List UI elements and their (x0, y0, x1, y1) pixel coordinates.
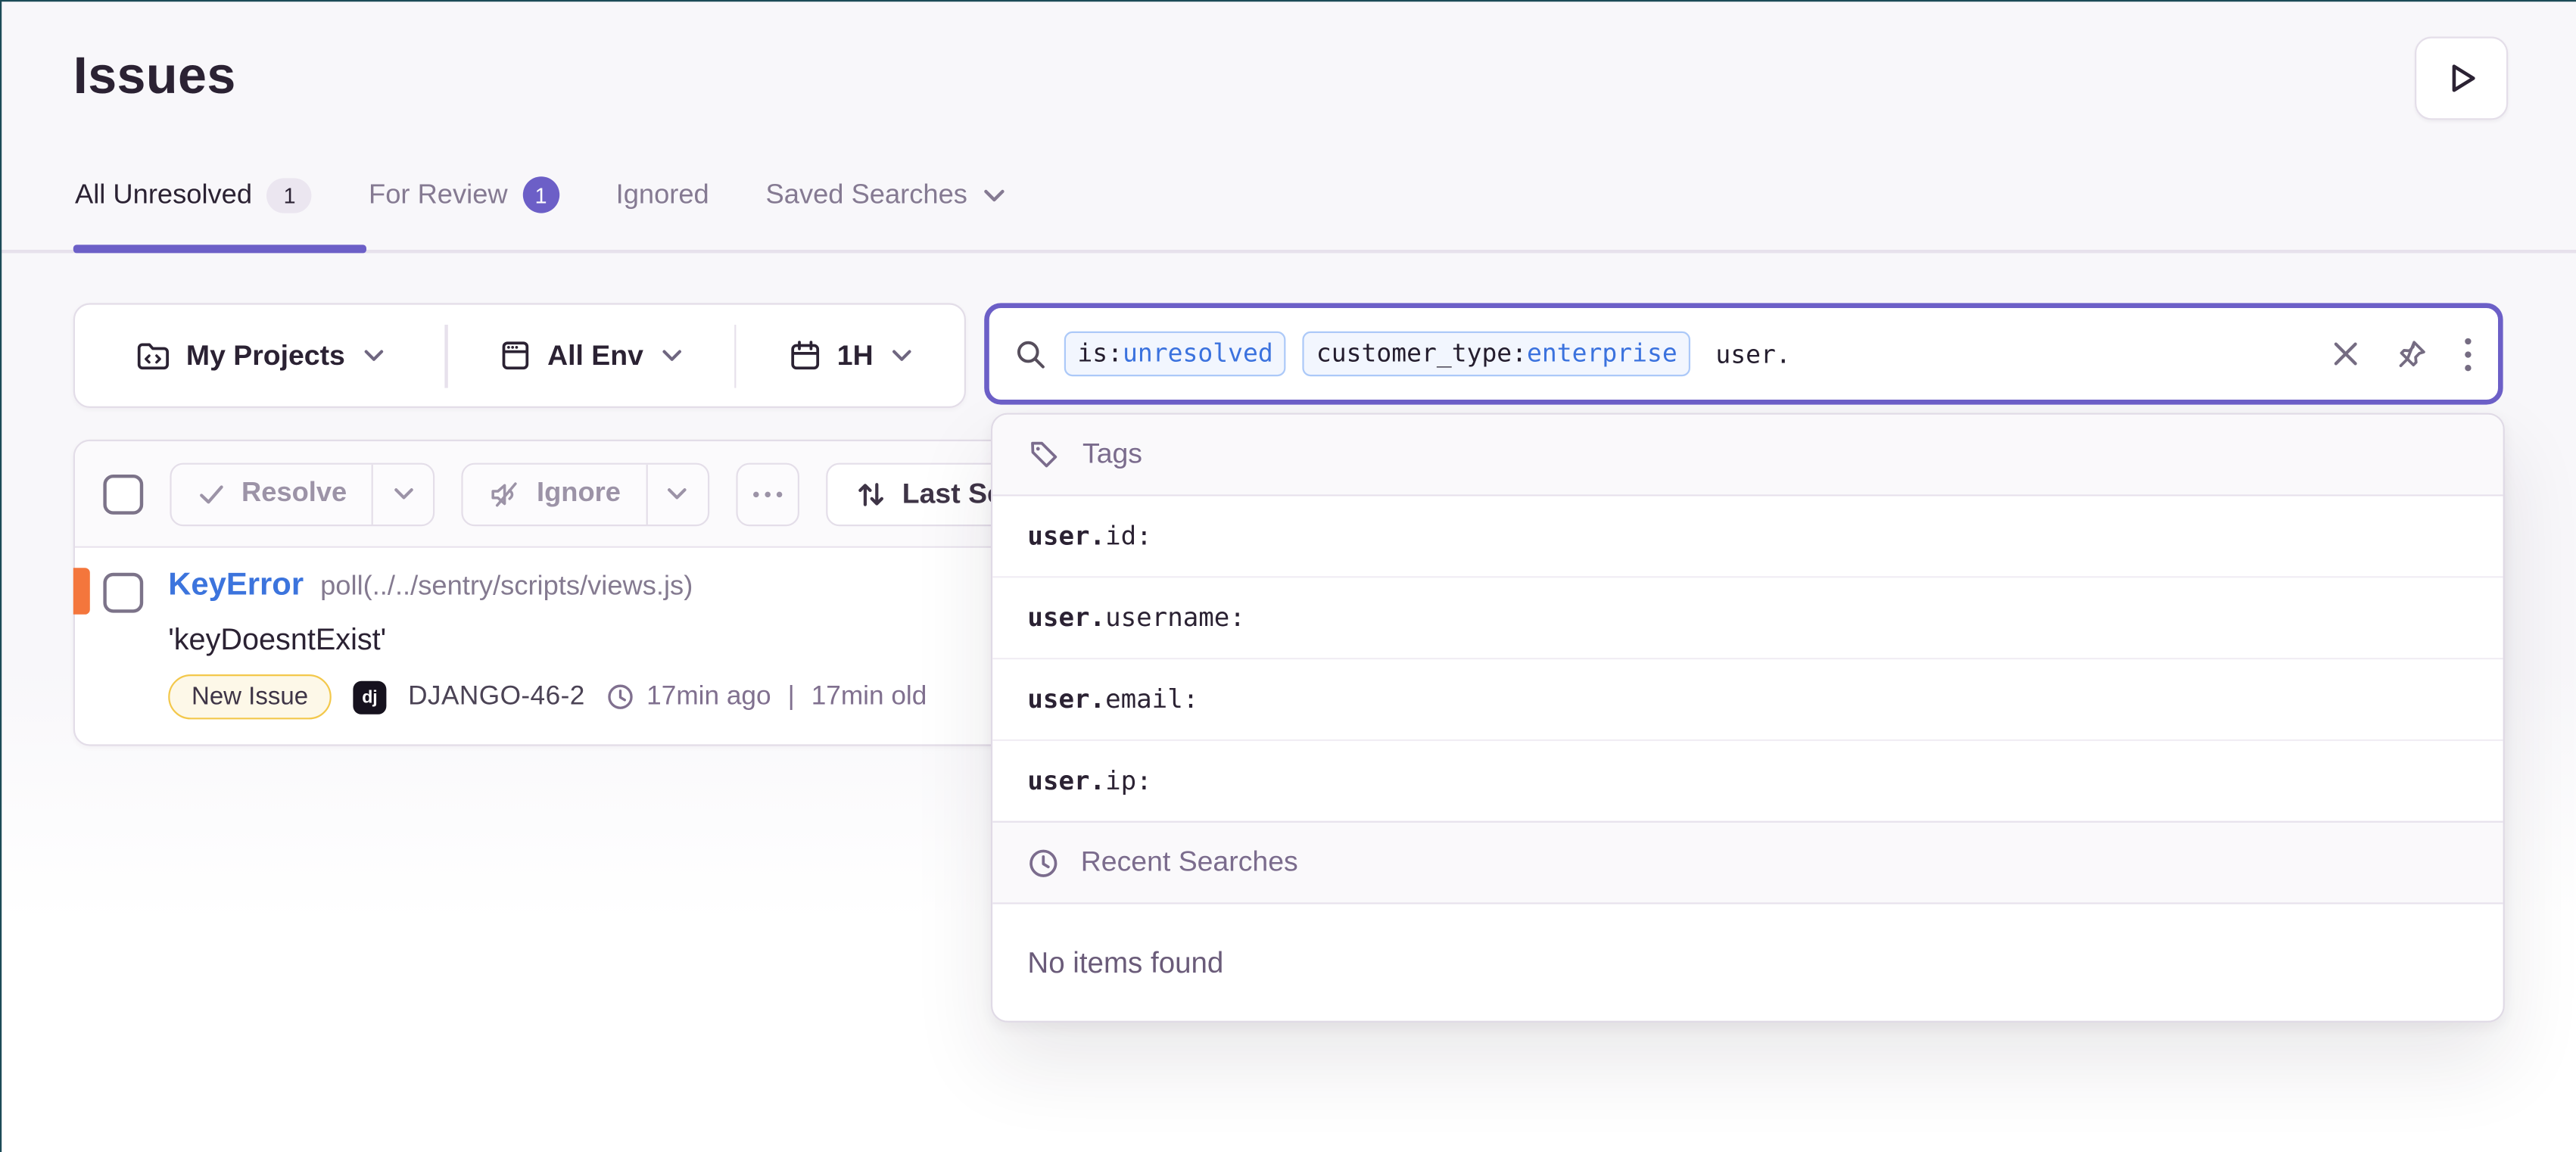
replay-tour-button[interactable] (2415, 36, 2508, 120)
suggestion-user-email[interactable]: user.email: (992, 658, 2503, 739)
time-range-label: 1H (837, 339, 874, 372)
tab-count-badge: 1 (267, 177, 312, 212)
new-issue-badge: New Issue (168, 674, 332, 719)
chevron-down-icon (363, 348, 385, 363)
project-filter-label: My Projects (186, 339, 345, 372)
suggestion-match: user. (1027, 522, 1105, 552)
mute-icon (488, 477, 522, 510)
tab-all-unresolved[interactable]: All Unresolved 1 (75, 177, 312, 212)
issue-message: 'keyDoesntExist' (168, 623, 386, 658)
suggestion-rest: id: (1105, 522, 1152, 552)
clock-icon (606, 683, 634, 711)
resolve-label: Resolve (241, 478, 347, 509)
tab-label: All Unresolved (75, 179, 252, 211)
search-actions (2331, 335, 2473, 372)
token-value: enterprise (1527, 336, 1677, 371)
issue-time-divider: | (783, 682, 799, 712)
tab-label: Saved Searches (766, 179, 967, 211)
ignore-dropdown-caret[interactable] (646, 464, 707, 524)
search-autocomplete-dropdown: Tags user.id: user.username: user.email:… (991, 413, 2505, 1023)
issue-level-indicator (73, 568, 89, 615)
chevron-down-icon (983, 188, 1006, 203)
token-value: unresolved (1123, 336, 1273, 371)
resolve-dropdown-caret[interactable] (372, 464, 433, 524)
tab-label: For Review (369, 179, 508, 211)
play-icon (2443, 60, 2479, 96)
ellipsis-icon (751, 489, 784, 499)
more-actions-button[interactable] (736, 462, 799, 526)
tab-count-badge: 1 (522, 176, 559, 213)
suggestion-rest: email: (1105, 684, 1198, 715)
window-edge-left (0, 0, 2, 1152)
search-token-is-unresolved[interactable]: is:unresolved (1064, 332, 1286, 376)
token-key: customer_type: (1316, 336, 1527, 371)
environment-icon (497, 338, 532, 373)
recent-searches-section-header: Recent Searches (992, 821, 2503, 904)
environment-filter-label: All Env (547, 339, 643, 372)
clock-icon (1027, 847, 1059, 879)
django-project-icon: dj (353, 680, 386, 714)
issues-page: Issues All Unresolved 1 For Review 1 Ign… (0, 0, 2576, 1152)
chevron-down-icon (662, 348, 684, 363)
issue-short-id: DJANGO-46-2 (408, 682, 585, 712)
active-tab-underline (73, 244, 366, 252)
issue-title-line: KeyError poll(../../sentry/scripts/views… (168, 568, 693, 604)
ignore-button[interactable]: Ignore (463, 464, 646, 524)
chevron-down-icon (892, 348, 914, 363)
suggestion-user-ip[interactable]: user.ip: (992, 739, 2503, 821)
issue-title-link[interactable]: KeyError (168, 568, 304, 604)
page-filter-bar: My Projects All Env 1H (73, 303, 966, 408)
checkmark-icon (197, 479, 227, 509)
issue-first-seen: 17min old (811, 682, 927, 712)
issue-search-input[interactable]: is:unresolved customer_type:enterprise u… (984, 303, 2503, 404)
tab-saved-searches[interactable]: Saved Searches (766, 179, 1006, 211)
search-typed-text[interactable]: user. (1715, 339, 1790, 369)
suggestion-match: user. (1027, 766, 1105, 796)
suggestion-match: user. (1027, 684, 1105, 715)
search-icon (1014, 338, 1048, 371)
page-title: Issues (73, 47, 236, 107)
tab-label: Ignored (616, 179, 709, 211)
suggestion-rest: username: (1105, 602, 1245, 633)
recent-searches-label: Recent Searches (1081, 846, 1298, 880)
issue-checkbox[interactable] (103, 573, 143, 613)
tab-ignored[interactable]: Ignored (616, 179, 709, 211)
tabs-divider (0, 250, 2576, 252)
token-key: is: (1077, 336, 1123, 371)
resolve-button[interactable]: Resolve (172, 464, 372, 524)
search-token-customer-type[interactable]: customer_type:enterprise (1303, 332, 1690, 376)
issue-culprit: poll(../../sentry/scripts/views.js) (320, 571, 693, 603)
suggestion-user-id[interactable]: user.id: (992, 497, 2503, 577)
search-overflow-menu-icon[interactable] (2463, 335, 2473, 372)
suggestion-rest: ip: (1105, 766, 1152, 796)
tag-icon (1027, 438, 1061, 472)
tab-for-review[interactable]: For Review 1 (369, 176, 559, 213)
tags-section-header: Tags (992, 415, 2503, 497)
suggestion-user-username[interactable]: user.username: (992, 576, 2503, 658)
clear-search-icon[interactable] (2331, 340, 2360, 368)
issue-tabs: All Unresolved 1 For Review 1 Ignored Sa… (75, 176, 1006, 213)
calendar-icon (787, 338, 822, 373)
sort-arrows-icon (854, 477, 887, 510)
ignore-split-button: Ignore (462, 462, 709, 526)
suggestion-match: user. (1027, 602, 1105, 633)
select-all-checkbox[interactable] (103, 474, 143, 514)
resolve-split-button: Resolve (170, 462, 435, 526)
time-range-filter-dropdown[interactable]: 1H (736, 305, 964, 406)
issue-meta-line: New Issue dj DJANGO-46-2 17min ago | 17m… (168, 674, 927, 719)
tags-section-label: Tags (1082, 438, 1142, 472)
project-filter-dropdown[interactable]: My Projects (75, 305, 444, 406)
environment-filter-dropdown[interactable]: All Env (447, 305, 734, 406)
pin-search-icon[interactable] (2395, 338, 2428, 371)
ignore-label: Ignore (537, 478, 621, 509)
no-items-found: No items found (992, 904, 2503, 1021)
issue-last-seen: 17min ago (646, 682, 771, 712)
issue-times: 17min ago | 17min old (606, 682, 927, 712)
window-edge-top (0, 0, 2576, 2)
projects-icon (135, 338, 171, 374)
